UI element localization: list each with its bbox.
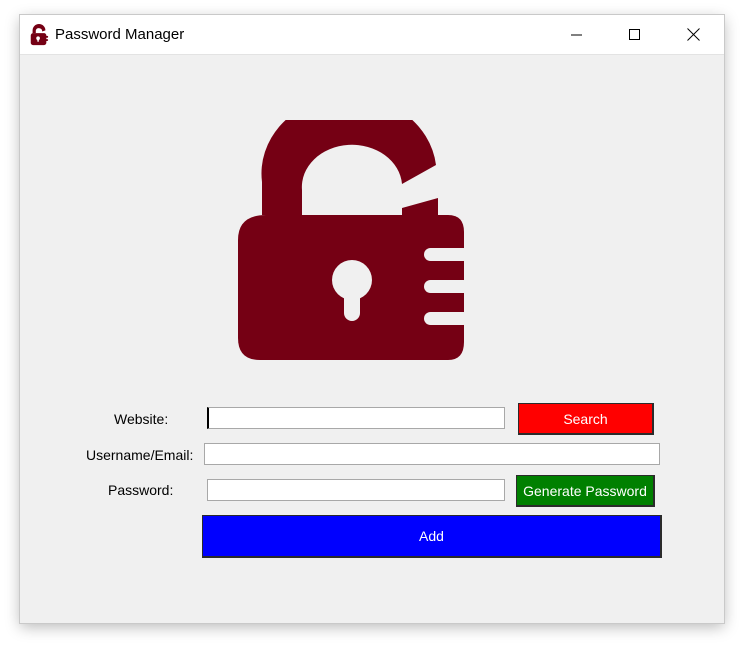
maximize-icon <box>629 28 640 40</box>
website-input[interactable] <box>207 407 505 429</box>
title-bar: Password Manager <box>20 15 724 55</box>
username-label: Username/Email: <box>86 447 194 463</box>
app-window: Password Manager Website: Search Usernam… <box>20 15 724 623</box>
window-title: Password Manager <box>55 26 185 43</box>
close-button[interactable] <box>670 15 716 54</box>
website-label: Website: <box>114 411 169 427</box>
add-button[interactable]: Add <box>202 515 662 558</box>
unlocked-padlock-icon <box>238 120 466 360</box>
password-label: Password: <box>108 482 174 498</box>
minimize-icon <box>571 34 582 35</box>
close-icon <box>686 28 700 41</box>
minimize-button[interactable] <box>554 15 600 54</box>
search-button[interactable]: Search <box>518 403 654 435</box>
password-input[interactable] <box>207 479 505 501</box>
lock-icon <box>30 24 49 46</box>
generate-password-button[interactable]: Generate Password <box>516 475 655 507</box>
username-input[interactable] <box>204 443 660 465</box>
maximize-button[interactable] <box>612 15 658 54</box>
